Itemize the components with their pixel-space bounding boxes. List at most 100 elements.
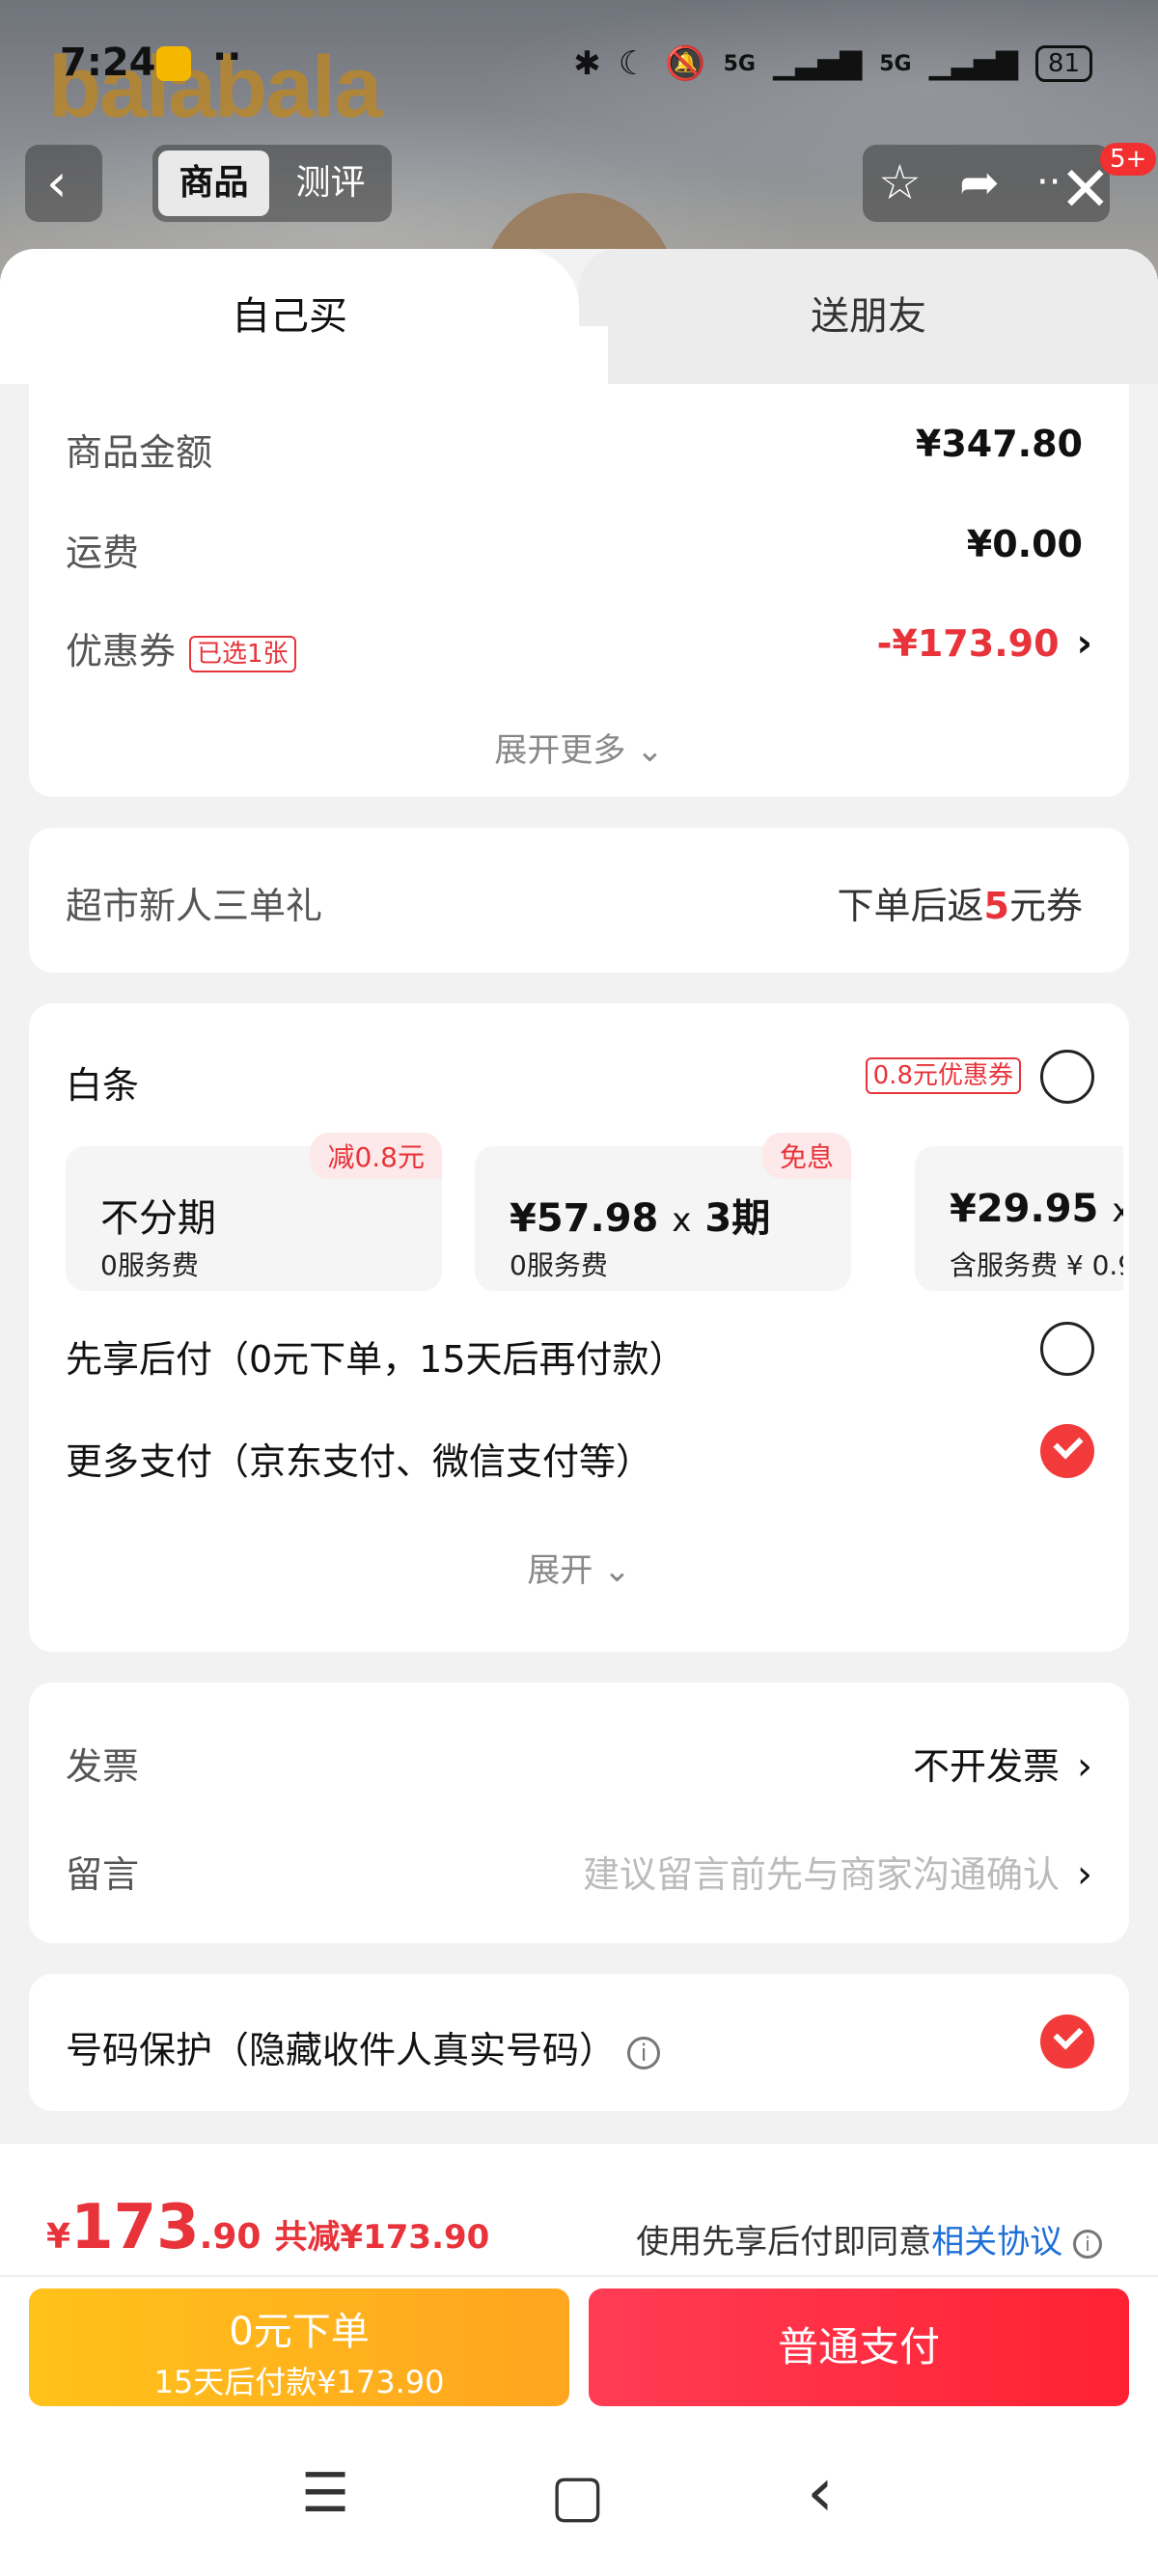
goods-amount-label: 商品金额 <box>66 431 213 474</box>
new-user-reward: 下单后返5元券 <box>838 876 1083 929</box>
battery-icon: 81 <box>1034 45 1092 82</box>
total-currency: ¥ <box>46 2217 71 2257</box>
normal-pay-button[interactable]: 普通支付 <box>589 2288 1129 2406</box>
plan-multiplier: x <box>672 1201 692 1240</box>
signal-1-label: 5G <box>723 51 756 76</box>
plan-corner-tag: 减0.8元 <box>310 1133 442 1179</box>
invoice-value-group: 不开发票 › <box>913 1737 1092 1790</box>
more-notifications-icon: ·· <box>212 35 242 79</box>
privacy-card: 号码保护（隐藏收件人真实号码） i <box>29 1974 1129 2111</box>
back-icon[interactable]: ‹ <box>807 2453 834 2532</box>
more-payment-label[interactable]: 更多支付（京东支付、微信支付等） <box>66 1432 652 1485</box>
plan-amount: ¥57.98 <box>510 1196 659 1241</box>
checkout-bottom-bar: ¥173.90 共减¥173.90 使用先享后付即同意相关协议 i 0元下单 15… <box>0 2144 1158 2576</box>
plan-corner-tag: 免息 <box>761 1133 851 1179</box>
coupon-row[interactable]: 优惠券 已选1张 -¥173.90 › <box>66 621 1092 674</box>
plan-period: 3期 <box>704 1196 771 1241</box>
new-user-gift-label: 超市新人三单礼 <box>66 885 323 927</box>
more-icon[interactable]: ·· <box>1036 160 1061 205</box>
plan-main: ¥57.98 x 3期 <box>510 1187 770 1243</box>
privacy-checkbox[interactable] <box>1040 2014 1094 2069</box>
reward-suffix: 元券 <box>1008 885 1083 927</box>
privacy-label: 号码保护（隐藏收件人真实号码） <box>66 2029 617 2071</box>
price-summary-card: 商品金额 ¥347.80 运费 ¥0.00 优惠券 已选1张 -¥173.90 › … <box>29 384 1129 797</box>
bluetooth-icon: ✱ <box>573 44 601 83</box>
chevron-down-icon: ⌄ <box>603 1551 631 1590</box>
agreement-text: 使用先享后付即同意相关协议 i <box>636 2215 1102 2262</box>
invoice-value: 不开发票 <box>912 1745 1060 1788</box>
status-time: 7:24 <box>60 41 156 85</box>
expand-more-label: 展开更多 <box>494 731 626 770</box>
total-integer: 173 <box>70 2192 200 2263</box>
total-decimal: .90 <box>199 2217 262 2257</box>
menu-icon[interactable]: ☰ <box>301 2462 349 2525</box>
chevron-right-icon: › <box>1077 1744 1092 1789</box>
shipping-row: 运费 ¥0.00 <box>66 523 1083 576</box>
close-icon[interactable]: ✕ <box>1060 154 1112 226</box>
chevron-right-icon: › <box>1077 1852 1092 1897</box>
info-icon[interactable]: i <box>627 2036 661 2069</box>
product-tabs: 商品 测评 <box>152 145 392 222</box>
goods-amount-value: ¥347.80 <box>915 423 1083 465</box>
plan-main: ¥29.95 x <box>950 1187 1123 1231</box>
bnpl-button-title: 0元下单 <box>229 2310 370 2354</box>
coupon-value: -¥173.90 <box>876 622 1060 665</box>
bnpl-option-label[interactable]: 先享后付（0元下单，15天后再付款） <box>66 1329 686 1383</box>
expand-more-link[interactable]: 展开更多 ⌄ <box>29 724 1129 771</box>
tab-product[interactable]: 商品 <box>158 151 269 216</box>
shipping-label: 运费 <box>66 532 140 574</box>
agreement-prefix: 使用先享后付即同意 <box>636 2223 932 2261</box>
tab-review[interactable]: 测评 <box>275 151 386 216</box>
divider <box>0 2275 1158 2277</box>
tab-send-friend[interactable]: 送朋友 <box>579 249 1158 384</box>
bnpl-radio[interactable] <box>1040 1322 1094 1376</box>
plan-fee: 含服务费 ¥ 0.9 <box>950 1249 1123 1281</box>
mute-icon: 🔕 <box>665 44 706 83</box>
new-user-gift-card: 超市新人三单礼 下单后返5元券 <box>29 828 1129 973</box>
signal-2-label: 5G <box>879 51 912 76</box>
note-input-group: 建议留言前先与商家沟通确认 › <box>583 1845 1092 1898</box>
note-row[interactable]: 留言 建议留言前先与商家沟通确认 › <box>66 1845 1092 1898</box>
coupon-selected-tag: 已选1张 <box>189 635 296 672</box>
buy-mode-tabs: 送朋友 自己买 <box>0 249 1158 384</box>
note-label: 留言 <box>66 1853 140 1896</box>
new-user-gift-row: 超市新人三单礼 下单后返5元券 <box>66 876 1083 929</box>
plan-no-installment[interactable]: 减0.8元 不分期 0服务费 <box>66 1133 442 1291</box>
plan-amount: ¥29.95 <box>950 1187 1099 1231</box>
plan-6-installments[interactable]: ¥29.95 x 含服务费 ¥ 0.9 <box>915 1146 1123 1291</box>
total-price: ¥173.90 共减¥173.90 <box>46 2192 489 2263</box>
installment-plans: 减0.8元 不分期 0服务费 免息 ¥57.98 x 3期 0服务费 ¥29.9… <box>66 1003 1123 1312</box>
privacy-row: 号码保护（隐藏收件人真实号码） i <box>66 2020 661 2073</box>
notification-app-icon <box>156 46 191 81</box>
plan-main: 不分期 <box>100 1196 216 1241</box>
total-saved: 共减¥173.90 <box>274 2218 490 2257</box>
shipping-value: ¥0.00 <box>966 523 1083 565</box>
agreement-link[interactable]: 相关协议 <box>931 2223 1062 2261</box>
goods-amount-row: 商品金额 ¥347.80 <box>66 423 1083 476</box>
expand-payment-link[interactable]: 展开 ⌄ <box>29 1544 1129 1591</box>
chevron-down-icon: ⌄ <box>636 731 664 770</box>
system-nav-bar: ☰ ▢ ‹ <box>0 2453 1158 2539</box>
status-bar: 7:24 ·· ✱ ☾ 🔕 5G ▁▃▅▇ 5G ▁▃▅▇ 81 <box>0 35 1158 93</box>
back-button[interactable]: ‹ <box>25 145 102 222</box>
note-placeholder: 建议留言前先与商家沟通确认 <box>582 1853 1060 1896</box>
signal-2-icon: ▁▃▅▇ <box>928 46 1018 81</box>
invoice-label: 发票 <box>66 1745 140 1788</box>
share-icon[interactable]: ➦ <box>959 154 1000 210</box>
coupon-label: 优惠券 <box>66 630 177 672</box>
more-payment-radio[interactable] <box>1040 1424 1094 1478</box>
info-icon[interactable]: i <box>1073 2229 1102 2259</box>
reward-prefix: 下单后返 <box>837 885 984 927</box>
invoice-row[interactable]: 发票 不开发票 › <box>66 1737 1092 1790</box>
home-icon[interactable]: ▢ <box>550 2462 605 2530</box>
plan-fee: 0服务费 <box>510 1249 608 1281</box>
invoice-note-card: 发票 不开发票 › 留言 建议留言前先与商家沟通确认 › <box>29 1683 1129 1943</box>
bnpl-order-button[interactable]: 0元下单 15天后付款¥173.90 <box>29 2288 569 2406</box>
star-icon[interactable]: ☆ <box>878 154 922 210</box>
bnpl-button-subtitle: 15天后付款¥173.90 <box>153 2364 445 2400</box>
chevron-right-icon: › <box>1076 621 1092 666</box>
payment-methods-card: 白条 0.8元优惠券 减0.8元 不分期 0服务费 免息 ¥57.98 x 3期… <box>29 1003 1129 1652</box>
plan-fee: 0服务费 <box>100 1249 199 1281</box>
plan-3-installments[interactable]: 免息 ¥57.98 x 3期 0服务费 <box>475 1133 851 1291</box>
tab-buy-self[interactable]: 自己买 <box>0 249 608 384</box>
